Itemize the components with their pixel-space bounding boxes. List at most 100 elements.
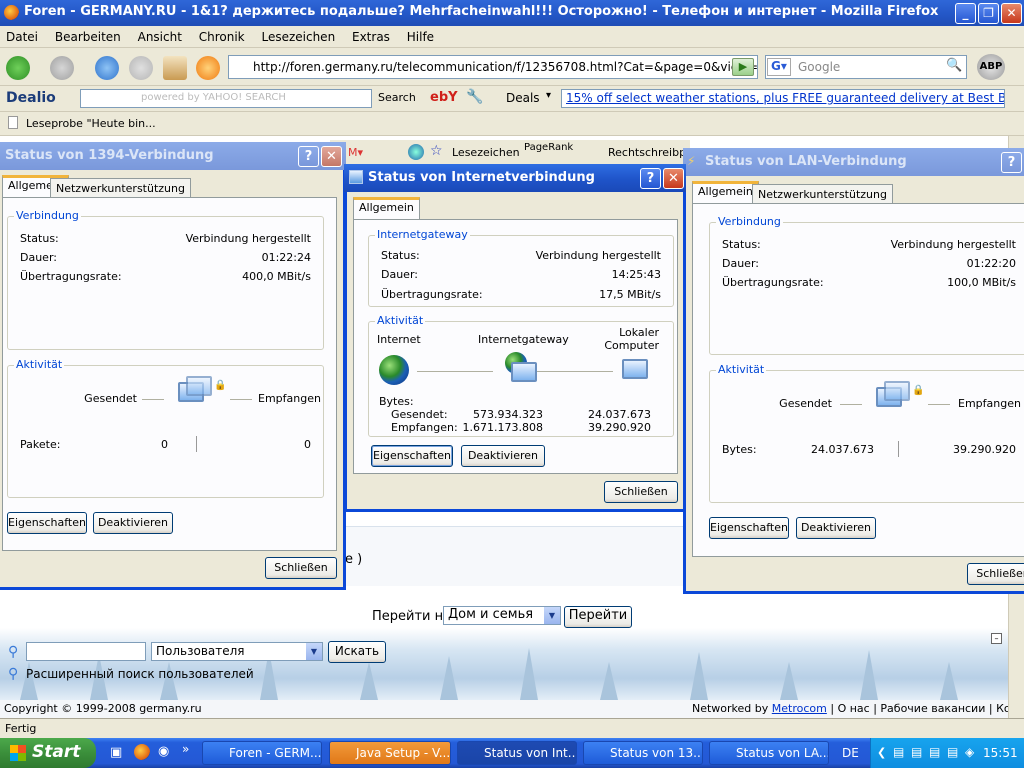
menu-lesezeichen[interactable]: Lesezeichen xyxy=(261,30,335,44)
user-search-input[interactable] xyxy=(26,642,146,661)
tray-network-icon[interactable]: ▤ xyxy=(893,745,904,759)
quicklaunch-more-icon[interactable]: » xyxy=(182,742,189,756)
dealio-search-input[interactable]: powered by YAHOO! SEARCH xyxy=(80,89,372,108)
packets-sent: 0 xyxy=(161,438,168,451)
google-engine-icon[interactable]: G▾ xyxy=(767,58,791,76)
clock[interactable]: 15:51 xyxy=(983,746,1018,760)
deactivate-button[interactable]: Deaktivieren xyxy=(796,517,876,539)
user-search-button[interactable]: Искать xyxy=(328,641,386,663)
tray-network-icon-4[interactable]: ▤ xyxy=(947,745,958,759)
properties-button[interactable]: Eigenschaften xyxy=(371,445,453,467)
addon-icon[interactable] xyxy=(196,56,220,80)
deals-offer-link[interactable]: 15% off select weather stations, plus FR… xyxy=(561,89,1005,108)
task-lan-status[interactable]: Status von LA... xyxy=(709,741,829,765)
tab-allgemein[interactable]: Allgemein xyxy=(353,197,420,219)
help-button[interactable]: ? xyxy=(298,146,319,167)
footer-link-about[interactable]: О нас xyxy=(838,702,870,715)
quicklaunch-media-icon[interactable]: ◉ xyxy=(158,744,169,759)
ebay-logo[interactable]: ebY xyxy=(430,90,458,105)
star-icon[interactable]: ☆ xyxy=(430,143,443,159)
collapse-icon[interactable]: – xyxy=(991,633,1002,644)
dialog-1394-title-bar[interactable]: Status von 1394-Verbindung xyxy=(0,142,346,170)
dialog-internet-title-bar[interactable]: Status von Internetverbindung xyxy=(344,164,686,192)
adblock-icon[interactable]: ABP xyxy=(977,54,1005,80)
group-verbindung: Verbindung Status: Verbindung hergestell… xyxy=(7,209,324,350)
close-dialog-button[interactable]: Schließen xyxy=(967,563,1024,585)
chevron-down-icon: ▼ xyxy=(544,607,560,624)
divider xyxy=(898,441,899,457)
tray-expand-icon[interactable]: ❮ xyxy=(877,746,886,759)
search-go-icon[interactable]: 🔍 xyxy=(946,58,966,76)
deactivate-button[interactable]: Deaktivieren xyxy=(93,512,173,534)
task-1394-status[interactable]: Status von 13... xyxy=(583,741,703,765)
menu-bar: Datei Bearbeiten Ansicht Chronik Lesezei… xyxy=(0,26,1024,48)
tray-volume-icon[interactable]: ◈ xyxy=(965,745,974,759)
menu-hilfe[interactable]: Hilfe xyxy=(407,30,434,44)
spellcheck-button[interactable]: Rechtschreibpr xyxy=(608,146,691,159)
browser-title-bar[interactable]: Foren - GERMANY.RU - 1&1? держитесь пода… xyxy=(0,0,1024,26)
help-button[interactable]: ? xyxy=(640,168,661,189)
dealio-logo[interactable]: Dealio xyxy=(6,90,56,106)
task-internet-status[interactable]: Status von Int... xyxy=(457,741,577,765)
properties-button[interactable]: Eigenschaften xyxy=(709,517,789,539)
tray-network-icon-2[interactable]: ▤ xyxy=(911,745,922,759)
properties-button[interactable]: Eigenschaften xyxy=(7,512,87,534)
task-firefox[interactable]: Foren - GERM... xyxy=(202,741,322,765)
goto-select[interactable]: Дом и семья ▼ xyxy=(443,606,561,625)
gmail-icon[interactable]: M▾ xyxy=(348,146,363,159)
footer-link-jobs[interactable]: Рабочие вакансии xyxy=(880,702,985,715)
search-input[interactable]: Google xyxy=(765,55,967,79)
tab-allgemein[interactable]: Allgemein xyxy=(692,181,759,203)
dealio-search-watermark: powered by YAHOO! SEARCH xyxy=(141,92,286,103)
help-button[interactable]: ? xyxy=(1001,152,1022,173)
group-label: Aktivität xyxy=(375,314,426,327)
task-java-setup[interactable]: Java Setup - V... xyxy=(329,741,451,765)
restore-button[interactable]: ❐ xyxy=(978,3,999,24)
back-icon[interactable] xyxy=(6,56,30,80)
url-bar[interactable]: http://foren.germany.ru/telecommunicatio… xyxy=(228,55,758,79)
bookmark-leseprobe[interactable]: Leseprobe "Heute bin... xyxy=(26,117,156,130)
menu-ansicht[interactable]: Ansicht xyxy=(138,30,182,44)
tab-netzwerk[interactable]: Netzwerkunterstützung xyxy=(50,178,191,198)
menu-chronik[interactable]: Chronik xyxy=(199,30,245,44)
reload-icon[interactable] xyxy=(95,56,119,80)
copyright: Copyright © 1999-2008 germany.ru xyxy=(4,702,202,715)
window-close-button[interactable]: ✕ xyxy=(1001,3,1022,24)
close-button[interactable]: ✕ xyxy=(321,146,342,167)
close-button[interactable]: ✕ xyxy=(663,168,684,189)
go-icon[interactable]: ▶ xyxy=(732,58,754,76)
footer-link-metrocom[interactable]: Metrocom xyxy=(772,702,827,715)
deals-button[interactable]: Deals xyxy=(506,91,540,105)
tab-netzwerk[interactable]: Netzwerkunterstützung xyxy=(752,184,893,204)
start-button[interactable]: Start xyxy=(0,738,96,768)
wrench-icon[interactable]: 🔧 xyxy=(466,89,483,105)
globe-icon[interactable] xyxy=(408,144,424,160)
menu-extras[interactable]: Extras xyxy=(352,30,390,44)
close-dialog-button[interactable]: Schließen xyxy=(604,481,678,503)
tray-network-icon-3[interactable]: ▤ xyxy=(929,745,940,759)
internet-label: Internet xyxy=(377,333,421,346)
group-label: Aktivität xyxy=(14,358,65,371)
dealio-search-button[interactable]: Search xyxy=(378,91,416,104)
menu-datei[interactable]: Datei xyxy=(6,30,38,44)
goto-button[interactable]: Перейти xyxy=(564,606,632,628)
bytes-sent: 24.037.673 xyxy=(811,443,874,456)
close-dialog-button[interactable]: Schließen xyxy=(265,557,337,579)
menu-bearbeiten[interactable]: Bearbeiten xyxy=(55,30,121,44)
language-indicator[interactable]: DE xyxy=(842,746,859,760)
bookmarks-menu[interactable]: Lesezeichen xyxy=(452,146,520,159)
quicklaunch-firefox-icon[interactable] xyxy=(134,744,150,760)
pagerank-label[interactable]: PageRank xyxy=(524,142,573,153)
minimize-button[interactable]: _ xyxy=(955,3,976,24)
stop-icon[interactable] xyxy=(129,56,153,80)
home-icon[interactable] xyxy=(163,56,187,80)
user-type-select[interactable]: Пользователя ▼ xyxy=(151,642,323,661)
deals-dropdown-icon[interactable]: ▾ xyxy=(546,90,551,101)
deactivate-button[interactable]: Deaktivieren xyxy=(461,445,545,467)
dialog-lan-title-bar[interactable]: ⚡ Status von LAN-Verbindung xyxy=(683,148,1024,176)
forward-icon[interactable] xyxy=(50,56,74,80)
quicklaunch-explorer-icon[interactable]: ▣ xyxy=(110,745,122,760)
goto-select-value: Дом и семья xyxy=(448,607,534,622)
status-value: Verbindung hergestellt xyxy=(535,249,661,262)
advanced-search-link[interactable]: Расширенный поиск пользователей xyxy=(26,667,254,681)
